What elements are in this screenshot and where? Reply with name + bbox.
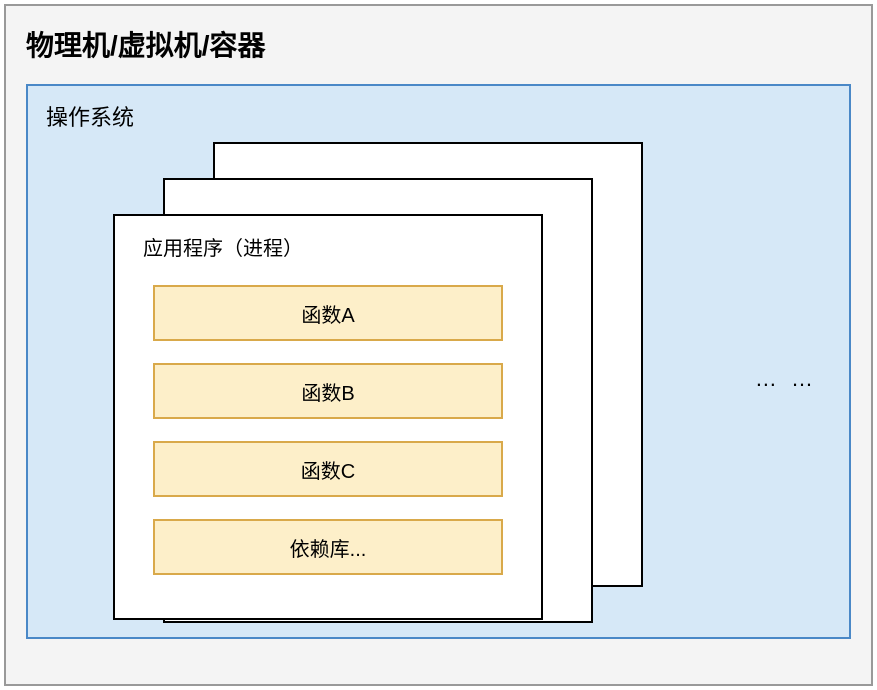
process-title: 应用程序（进程） bbox=[143, 232, 513, 261]
function-item: 函数B bbox=[153, 363, 503, 419]
host-title: 物理机/虚拟机/容器 bbox=[26, 24, 851, 64]
os-title: 操作系统 bbox=[46, 100, 831, 132]
function-list: 函数A 函数B 函数C 依赖库... bbox=[143, 285, 513, 575]
function-item: 函数A bbox=[153, 285, 503, 341]
os-box: 操作系统 应用程序（进程） 函数A 函数B 函数C 依赖库... … … bbox=[26, 84, 851, 639]
dependency-item: 依赖库... bbox=[153, 519, 503, 575]
process-stack: 应用程序（进程） 函数A 函数B 函数C 依赖库... bbox=[113, 142, 633, 622]
host-container-box: 物理机/虚拟机/容器 操作系统 应用程序（进程） 函数A 函数B 函数C 依赖库… bbox=[4, 4, 873, 686]
process-card-front: 应用程序（进程） 函数A 函数B 函数C 依赖库... bbox=[113, 214, 543, 620]
function-item: 函数C bbox=[153, 441, 503, 497]
ellipsis-text: … … bbox=[755, 366, 817, 392]
